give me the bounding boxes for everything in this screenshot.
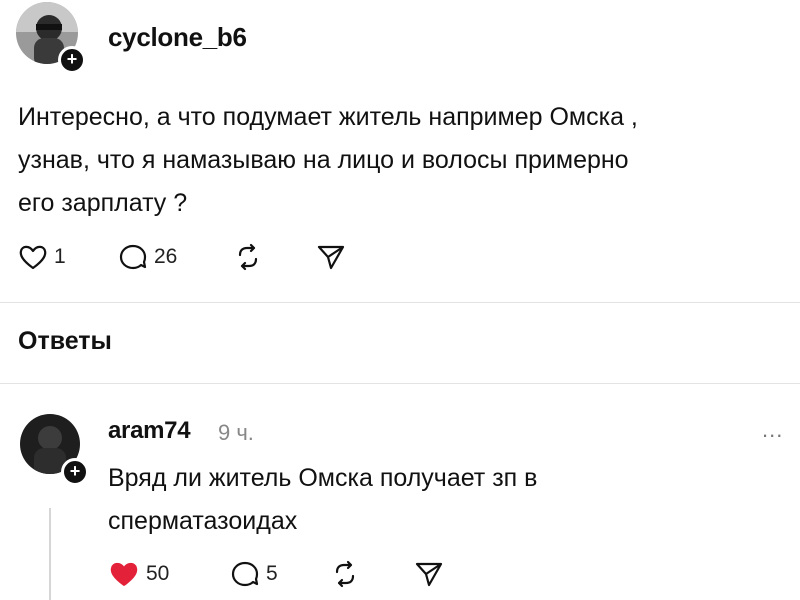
- heart-icon: [19, 245, 47, 270]
- reply-timestamp: 9 ч.: [218, 420, 254, 445]
- post-share-button[interactable]: [316, 243, 346, 271]
- share-icon: [317, 245, 345, 270]
- follow-plus-icon[interactable]: +: [58, 46, 86, 74]
- follow-plus-icon[interactable]: +: [61, 458, 89, 486]
- post-comment-button[interactable]: 26: [118, 243, 177, 271]
- reply-text-line: Вряд ли житель Омска получает зп в: [108, 464, 538, 492]
- share-icon: [415, 562, 443, 587]
- post-text-line: узнав, что я намазываю на лицо и волосы …: [18, 146, 629, 174]
- reply-comment-button[interactable]: 5: [230, 560, 278, 588]
- more-options-icon[interactable]: ...: [762, 417, 783, 443]
- post-like-count: 1: [54, 245, 66, 268]
- post-username[interactable]: cyclone_b6: [108, 22, 247, 53]
- post-text-line: его зарплату ?: [18, 189, 188, 217]
- reply-like-count: 50: [146, 562, 170, 585]
- reply-repost-button[interactable]: [330, 560, 360, 588]
- reply-share-button[interactable]: [414, 560, 444, 588]
- comment-icon: [231, 561, 259, 587]
- section-divider: [0, 302, 800, 303]
- reply-text-line: сперматазоидах: [108, 507, 298, 535]
- reply-text: Вряд ли житель Омска получает зп в сперм…: [108, 457, 768, 543]
- section-divider: [0, 383, 800, 384]
- post-like-button[interactable]: 1: [18, 243, 66, 271]
- post-text: Интересно, а что подумает житель наприме…: [18, 96, 788, 225]
- comment-icon: [119, 244, 147, 270]
- reply-like-button[interactable]: 50: [108, 560, 169, 588]
- repost-icon: [335, 560, 355, 588]
- post-repost-button[interactable]: [233, 243, 263, 271]
- post-comment-count: 26: [154, 245, 178, 268]
- repost-icon: [238, 243, 258, 271]
- thread-line: [49, 508, 51, 600]
- heart-filled-icon: [110, 562, 138, 586]
- reply-username[interactable]: aram74: [108, 417, 191, 445]
- reply-comment-count: 5: [266, 562, 278, 585]
- replies-section-title: Ответы: [18, 327, 112, 355]
- post-text-line: Интересно, а что подумает житель наприме…: [18, 103, 638, 131]
